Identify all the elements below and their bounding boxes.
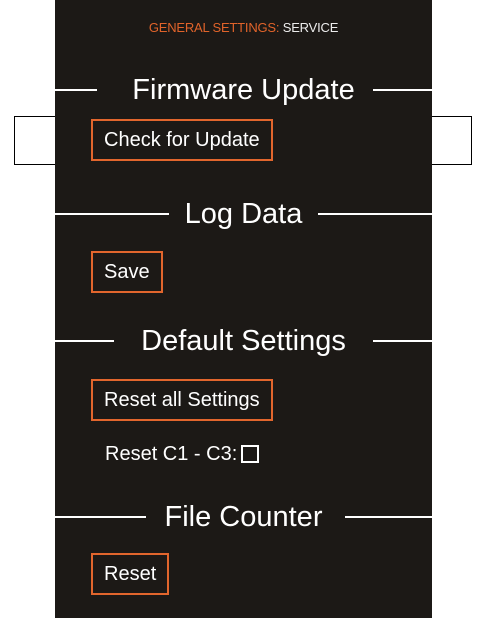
- divider-line: [373, 340, 432, 342]
- save-log-button[interactable]: Save: [91, 251, 163, 293]
- reset-c1-c3-label: Reset C1 - C3:: [105, 443, 238, 465]
- log-data-header: Log Data: [55, 194, 432, 234]
- reset-file-counter-button[interactable]: Reset: [91, 553, 170, 595]
- breadcrumb: GENERAL SETTINGS: SERVICE: [55, 20, 432, 35]
- breadcrumb-parent[interactable]: GENERAL SETTINGS:: [149, 20, 280, 35]
- firmware-update-header: Firmware Update: [55, 70, 432, 110]
- divider-line: [318, 213, 432, 215]
- check-for-update-button[interactable]: Check for Update: [91, 119, 273, 161]
- reset-all-settings-button[interactable]: Reset all Settings: [91, 379, 273, 421]
- reset-c1-c3-checkbox[interactable]: [241, 445, 260, 463]
- divider-line: [345, 516, 432, 518]
- reset-c1-c3-row: Reset C1 - C3:: [105, 442, 260, 466]
- breadcrumb-current: SERVICE: [282, 20, 339, 35]
- file-counter-header: File Counter: [55, 497, 432, 537]
- default-settings-header: Default Settings: [55, 321, 432, 361]
- divider-line: [373, 89, 432, 91]
